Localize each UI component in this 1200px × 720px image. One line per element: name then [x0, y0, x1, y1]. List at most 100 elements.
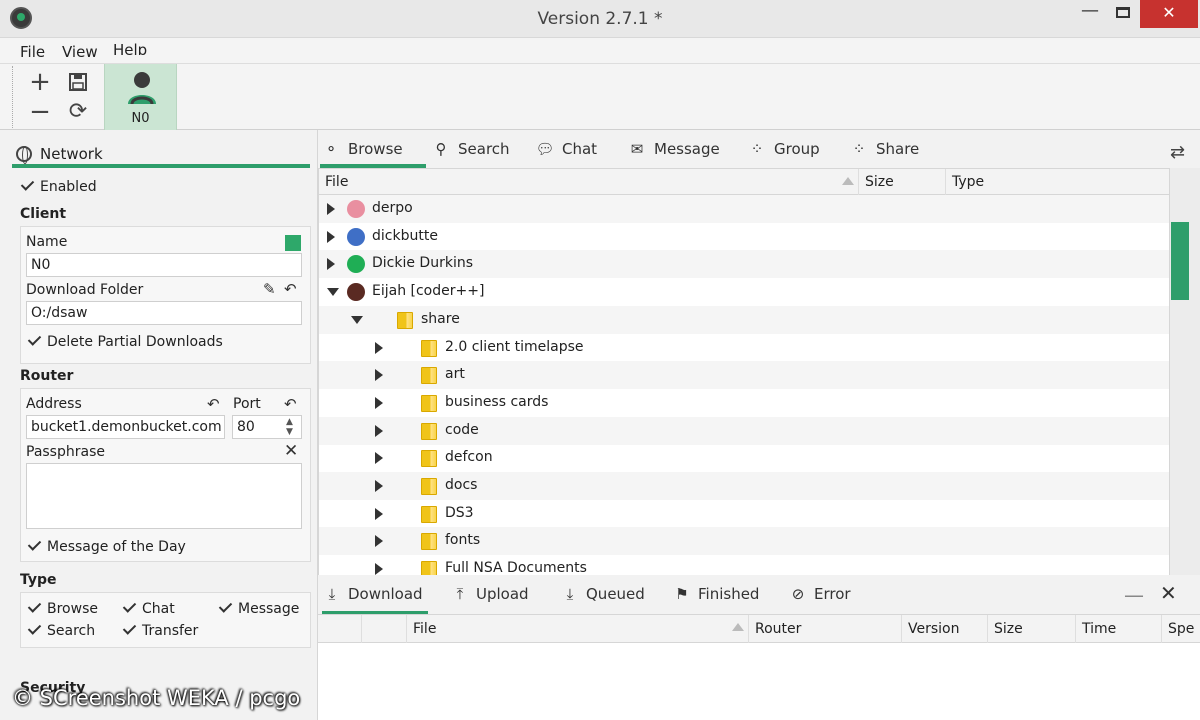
tab-share[interactable]: ⁘ Share	[848, 140, 920, 168]
menu-view[interactable]: View	[62, 43, 98, 61]
title-bar: Version 2.7.1 * — ✕	[0, 0, 1200, 38]
clear-passphrase-icon[interactable]: ✕	[284, 441, 298, 461]
expand-arrow-icon[interactable]	[375, 341, 383, 354]
col-size[interactable]: Size	[988, 615, 1076, 643]
tab-download[interactable]: ⤓ Download	[322, 585, 428, 615]
col-speed[interactable]: Spe	[1162, 615, 1200, 643]
col-transfer-file[interactable]: File	[407, 615, 749, 643]
expand-arrow-icon[interactable]	[327, 258, 335, 271]
collapse-arrow-icon[interactable]	[327, 288, 339, 297]
expand-arrow-icon[interactable]	[375, 507, 383, 520]
tab-message[interactable]: ✉ Message	[626, 140, 720, 168]
undo-icon[interactable]: ↶	[284, 280, 297, 298]
address-label: Address	[26, 396, 82, 412]
folder-row[interactable]: docs	[319, 472, 1169, 500]
close-button[interactable]: ✕	[1140, 0, 1198, 28]
menu-file[interactable]: File	[20, 43, 45, 61]
folder-row[interactable]: business cards	[319, 389, 1169, 417]
col-time[interactable]: Time	[1076, 615, 1162, 643]
peer-row[interactable]: Eijah [coder++]	[319, 278, 1169, 306]
globe-icon	[16, 146, 32, 164]
peer-status-dot	[347, 283, 365, 302]
minimize-button[interactable]: —	[1072, 0, 1108, 28]
name-input[interactable]: N0	[26, 253, 302, 277]
tab-chat[interactable]: 💬︎ Chat	[534, 140, 597, 168]
tab-search[interactable]: ⚲ Search	[430, 140, 510, 168]
expand-arrow-icon[interactable]	[375, 396, 383, 409]
remove-button[interactable]: −	[26, 98, 54, 126]
check-icon	[27, 538, 42, 553]
folder-name: Full NSA Documents	[445, 560, 587, 577]
sync-icon[interactable]: ⇄	[1170, 142, 1185, 163]
col-progress[interactable]	[362, 615, 407, 643]
passphrase-textarea[interactable]	[26, 463, 302, 529]
delete-partial-checkbox[interactable]: Delete Partial Downloads	[27, 332, 223, 352]
folder-row[interactable]: art	[319, 361, 1169, 390]
expand-arrow-icon[interactable]	[375, 480, 383, 492]
add-button[interactable]: +	[26, 68, 54, 96]
refresh-button[interactable]: ⟳	[64, 98, 92, 126]
col-file[interactable]: File	[319, 169, 859, 195]
expand-arrow-icon[interactable]	[375, 369, 383, 382]
expand-arrow-icon[interactable]	[375, 563, 383, 576]
col-status[interactable]	[318, 615, 362, 643]
type-message-checkbox[interactable]: Message	[218, 599, 299, 619]
save-button[interactable]	[64, 68, 92, 96]
folder-row[interactable]: fonts	[319, 527, 1169, 556]
port-up-icon[interactable]: ▲	[286, 418, 293, 427]
motd-checkbox[interactable]: Message of the Day	[27, 537, 186, 557]
maximize-button[interactable]	[1108, 0, 1138, 28]
tab-error[interactable]: ⊘ Error	[788, 585, 851, 615]
col-version[interactable]: Version	[902, 615, 988, 643]
node-tile[interactable]: N0	[104, 64, 177, 130]
port-undo-icon[interactable]: ↶	[284, 395, 297, 413]
client-group: Name N0 Download Folder ✎ ↶ O:/dsaw Dele…	[20, 226, 311, 364]
menu-help[interactable]: Help	[113, 41, 147, 55]
type-browse-label: Browse	[47, 601, 98, 617]
expand-arrow-icon[interactable]	[375, 452, 383, 465]
enabled-label: Enabled	[40, 179, 97, 195]
type-transfer-checkbox[interactable]: Transfer	[122, 621, 198, 641]
folder-row[interactable]: share	[319, 305, 1169, 334]
peer-row[interactable]: dickbutte	[319, 223, 1169, 251]
tab-network[interactable]: Network	[12, 142, 310, 168]
type-browse-checkbox[interactable]: Browse	[27, 599, 98, 619]
name-color-swatch[interactable]	[285, 235, 301, 251]
file-scrollbar-thumb[interactable]	[1171, 222, 1189, 300]
col-router[interactable]: Router	[749, 615, 902, 643]
panel-close-icon[interactable]: ✕	[1160, 581, 1177, 605]
tab-group[interactable]: ⁘ Group	[746, 140, 820, 168]
address-undo-icon[interactable]: ↶	[207, 395, 220, 413]
type-search-checkbox[interactable]: Search	[27, 621, 95, 641]
menu-bar: File View Help	[0, 38, 1200, 64]
enabled-checkbox[interactable]: Enabled	[20, 177, 97, 197]
folder-row[interactable]: defcon	[319, 444, 1169, 472]
download-folder-input[interactable]: O:/dsaw	[26, 301, 302, 325]
peer-row[interactable]: derpo	[319, 195, 1169, 223]
tab-queued[interactable]: ⤓ Queued	[560, 585, 645, 615]
tab-browse[interactable]: ⚬ Browse	[320, 140, 426, 168]
folder-row[interactable]: code	[319, 416, 1169, 445]
panel-minimize-icon[interactable]: —	[1124, 583, 1144, 607]
user-avatar-icon	[128, 72, 156, 105]
expand-arrow-icon[interactable]	[375, 424, 383, 437]
expand-arrow-icon[interactable]	[327, 230, 335, 243]
collapse-arrow-icon[interactable]	[351, 315, 363, 324]
peer-row[interactable]: Dickie Durkins	[319, 250, 1169, 279]
address-input[interactable]: bucket1.demonbucket.com	[26, 415, 225, 439]
folder-row[interactable]: DS3	[319, 500, 1169, 528]
col-size[interactable]: Size	[859, 169, 946, 195]
expand-arrow-icon[interactable]	[375, 535, 383, 548]
port-input[interactable]: 80 ▲ ▼	[232, 415, 302, 439]
expand-arrow-icon[interactable]	[327, 203, 335, 215]
port-down-icon[interactable]: ▼	[286, 428, 293, 437]
type-chat-checkbox[interactable]: Chat	[122, 599, 175, 619]
col-type[interactable]: Type	[946, 169, 1169, 195]
folder-icon	[421, 367, 437, 385]
edit-pencil-icon[interactable]: ✎	[263, 280, 276, 298]
client-header: Client	[20, 206, 67, 222]
tab-share-label: Share	[876, 140, 920, 158]
folder-row[interactable]: 2.0 client timelapse	[319, 334, 1169, 362]
tab-finished[interactable]: ⚑ Finished	[672, 585, 759, 615]
tab-upload[interactable]: ⤒ Upload	[450, 585, 529, 615]
